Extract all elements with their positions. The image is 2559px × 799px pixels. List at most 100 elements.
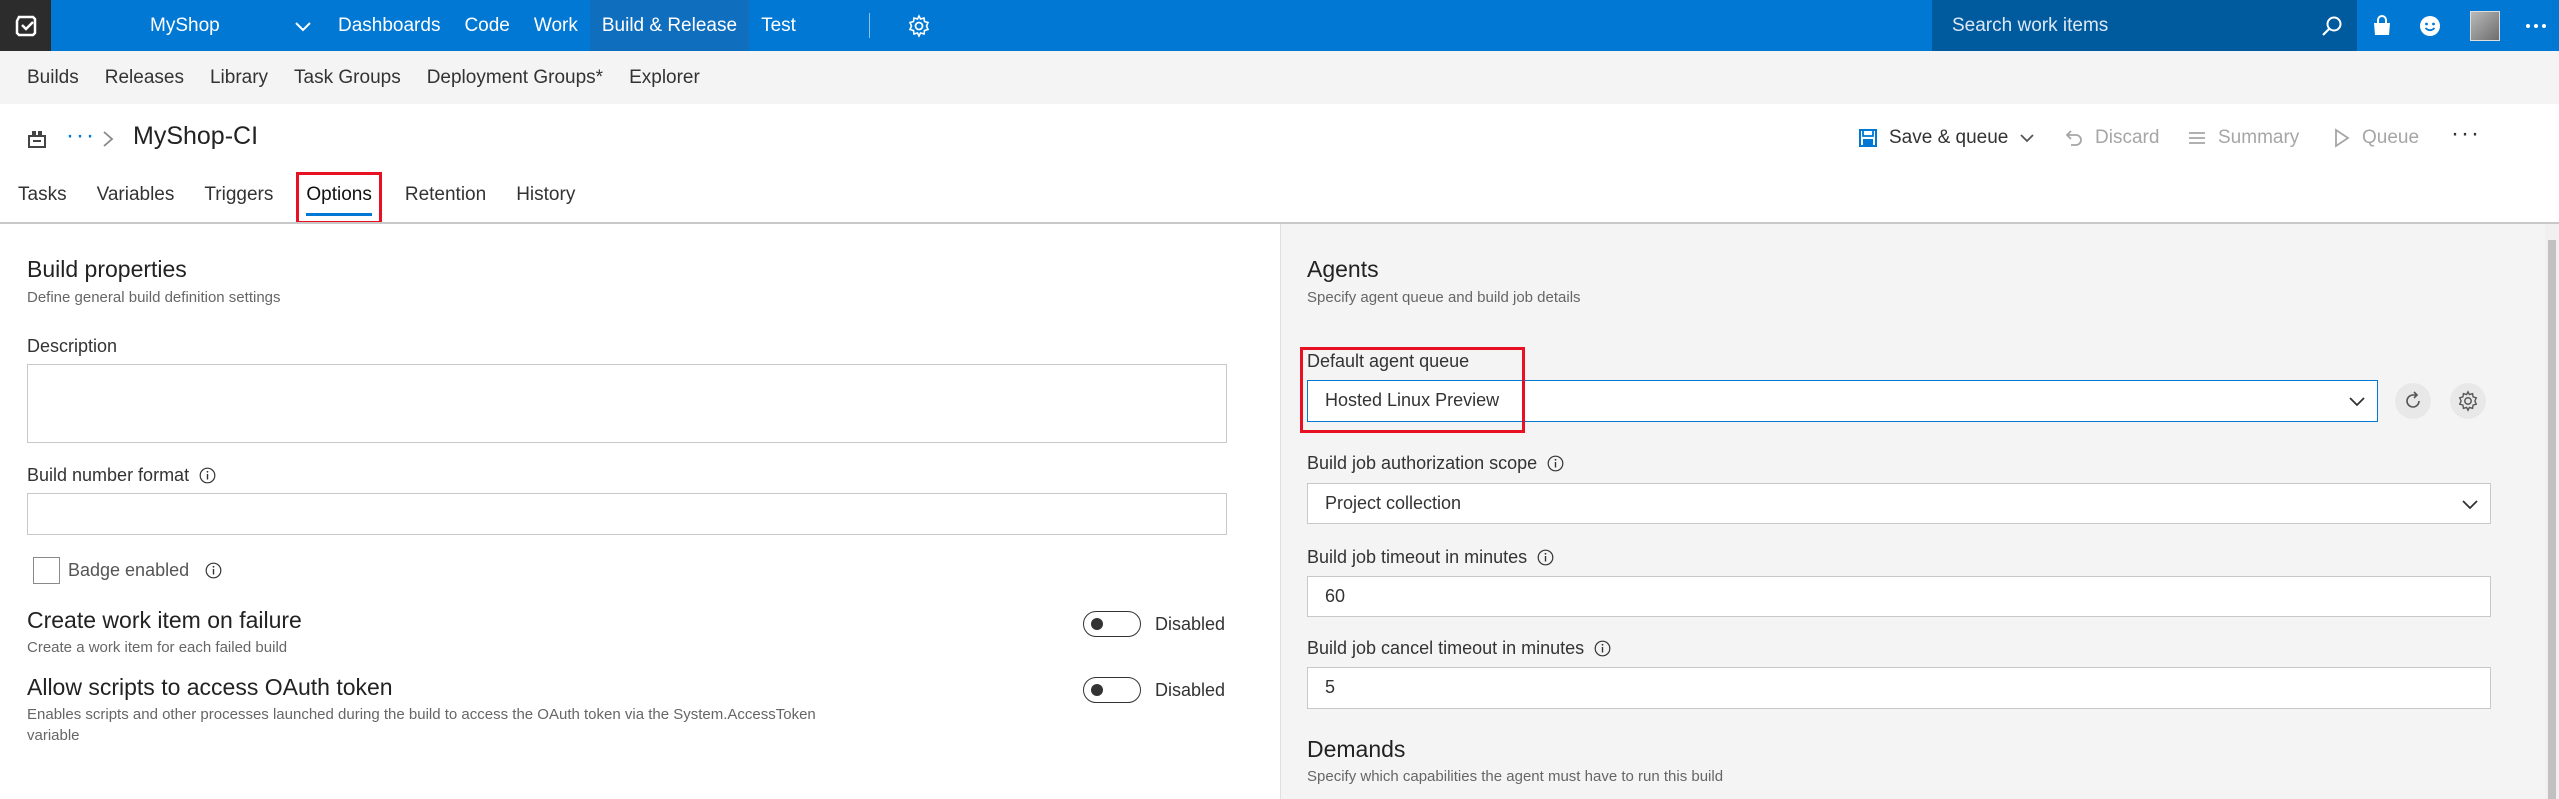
auth-scope-label: Build job authorization scope <box>1307 453 1564 474</box>
info-icon[interactable] <box>1537 549 1554 566</box>
queue-button[interactable]: Queue <box>2330 122 2419 154</box>
create-work-item-toggle[interactable] <box>1083 611 1141 637</box>
timeout-field[interactable]: 60 <box>1307 576 2491 617</box>
nav-code[interactable]: Code <box>452 0 521 51</box>
tab-history[interactable]: History <box>516 178 575 224</box>
breadcrumb-ellipsis[interactable]: ··· <box>66 122 96 150</box>
hub-explorer[interactable]: Explorer <box>616 51 713 104</box>
description-label: Description <box>27 336 118 356</box>
build-number-format-text: Build number format <box>27 465 190 485</box>
agents-subtitle: Specify agent queue and build job detail… <box>1307 289 1581 306</box>
cancel-timeout-value: 5 <box>1325 677 1336 697</box>
project-chevron-down-icon[interactable] <box>292 15 314 37</box>
nav-test[interactable]: Test <box>749 0 808 51</box>
hub-task-groups[interactable]: Task Groups <box>281 51 414 104</box>
create-work-item-state: Disabled <box>1155 614 1226 634</box>
options-tab-highlight: Options <box>296 172 382 224</box>
hub-deployment-groups[interactable]: Deployment Groups* <box>414 51 616 104</box>
definition-tabs: Tasks Variables Triggers Options Retenti… <box>18 172 605 224</box>
build-number-format-field[interactable] <box>27 493 1227 535</box>
top-nav: Dashboards Code Work Build & Release Tes… <box>326 0 808 51</box>
breadcrumb-chevron-right-icon <box>103 131 114 147</box>
build-definition-icon <box>28 131 46 148</box>
list-icon <box>2189 132 2205 144</box>
discard-button[interactable]: Discard <box>2063 122 2159 154</box>
more-options-icon[interactable] <box>2524 14 2548 38</box>
timeout-label: Build job timeout in minutes <box>1307 547 1554 568</box>
chevron-down-icon[interactable] <box>2018 129 2036 147</box>
chevron-down-icon <box>2349 397 2365 407</box>
cancel-timeout-text: Build job cancel timeout in minutes <box>1307 638 1585 658</box>
save-and-queue-button[interactable]: Save & queue <box>1857 122 2036 154</box>
gear-icon <box>2458 390 2478 412</box>
cancel-timeout-field[interactable]: 5 <box>1307 667 2491 709</box>
discard-label: Discard <box>2095 127 2160 148</box>
feedback-smiley-icon[interactable] <box>2418 14 2442 38</box>
nav-work[interactable]: Work <box>522 0 590 51</box>
nav-divider <box>869 13 870 38</box>
nav-dashboards[interactable]: Dashboards <box>326 0 452 51</box>
summary-button[interactable]: Summary <box>2186 122 2299 154</box>
tab-retention[interactable]: Retention <box>405 178 486 224</box>
more-actions-ellipsis[interactable]: ··· <box>2451 120 2481 148</box>
oauth-token-title: Allow scripts to access OAuth token <box>27 674 393 700</box>
vsts-logo-icon[interactable] <box>0 0 51 51</box>
demands-title: Demands <box>1307 736 1406 762</box>
auth-scope-value: Project collection <box>1325 493 1462 513</box>
demands-subtitle: Specify which capabilities the agent mus… <box>1307 768 1724 785</box>
chevron-down-icon <box>2462 500 2478 510</box>
build-properties-subtitle: Define general build definition settings <box>27 289 281 306</box>
play-icon <box>2335 128 2350 148</box>
timeout-value: 60 <box>1325 586 1346 606</box>
project-name[interactable]: MyShop <box>150 0 220 51</box>
tab-variables[interactable]: Variables <box>97 178 175 224</box>
build-number-format-label: Build number format <box>27 465 216 486</box>
agents-title: Agents <box>1307 256 1379 282</box>
refresh-queue-button[interactable] <box>2395 383 2431 419</box>
save-icon <box>1859 129 1877 147</box>
nav-build-release[interactable]: Build & Release <box>589 0 750 51</box>
hub-navigation-bar: Builds Releases Library Task Groups Depl… <box>0 51 2559 104</box>
badge-enabled-text: Badge enabled <box>68 560 190 580</box>
search-input[interactable] <box>1952 0 2292 51</box>
description-field[interactable] <box>27 364 1227 443</box>
refresh-icon <box>2406 391 2420 408</box>
info-icon[interactable] <box>199 467 216 484</box>
marketplace-bag-icon[interactable] <box>2370 14 2394 38</box>
user-avatar[interactable] <box>2470 11 2500 41</box>
top-navigation-bar: MyShop Dashboards Code Work Build & Rele… <box>0 0 2559 51</box>
search-box <box>1932 0 2357 51</box>
summary-label: Summary <box>2218 127 2300 148</box>
tab-tasks[interactable]: Tasks <box>18 178 67 224</box>
build-properties-title: Build properties <box>27 256 187 282</box>
badge-enabled-checkbox[interactable] <box>33 557 60 584</box>
page-title: MyShop-CI <box>133 122 259 150</box>
tab-triggers[interactable]: Triggers <box>204 178 273 224</box>
oauth-token-state: Disabled <box>1155 680 1226 700</box>
hub-releases[interactable]: Releases <box>92 51 197 104</box>
tab-options[interactable]: Options <box>306 178 373 218</box>
oauth-token-subtitle-line2: variable <box>27 727 80 744</box>
oauth-token-toggle[interactable] <box>1083 677 1141 703</box>
auth-scope-dropdown[interactable]: Project collection <box>1307 483 2491 524</box>
hub-builds[interactable]: Builds <box>14 51 92 104</box>
scrollbar-thumb[interactable] <box>2548 240 2556 799</box>
auth-scope-text: Build job authorization scope <box>1307 453 1538 473</box>
info-icon[interactable] <box>205 562 222 579</box>
manage-queue-button[interactable] <box>2450 383 2486 419</box>
cancel-timeout-label: Build job cancel timeout in minutes <box>1307 638 1611 659</box>
hub-library[interactable]: Library <box>197 51 281 104</box>
search-icon[interactable] <box>2320 14 2344 38</box>
save-and-queue-label: Save & queue <box>1889 127 2009 148</box>
timeout-text: Build job timeout in minutes <box>1307 547 1528 567</box>
create-work-item-subtitle: Create a work item for each failed build <box>27 639 288 656</box>
create-work-item-title: Create work item on failure <box>27 607 302 633</box>
badge-enabled-label: Badge enabled <box>68 560 222 581</box>
agent-queue-highlight <box>1300 347 1525 433</box>
settings-gear-icon[interactable] <box>907 14 931 38</box>
undo-icon <box>2065 130 2082 146</box>
oauth-token-subtitle-line1: Enables scripts and other processes laun… <box>27 706 816 723</box>
queue-label: Queue <box>2362 127 2420 148</box>
info-icon[interactable] <box>1547 455 1564 472</box>
info-icon[interactable] <box>1594 640 1611 657</box>
